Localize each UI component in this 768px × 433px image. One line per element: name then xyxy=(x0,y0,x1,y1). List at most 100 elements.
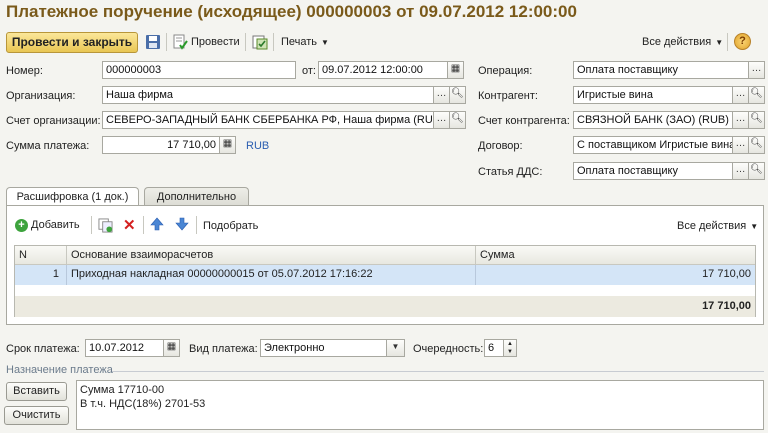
toolbar-divider xyxy=(273,33,274,51)
calculator-button[interactable]: ▦ xyxy=(220,136,236,154)
due-calendar-button[interactable]: ▦ xyxy=(164,339,180,357)
save-button[interactable] xyxy=(145,34,161,53)
purpose-line-2: В т.ч. НДС(18%) 2701-53 xyxy=(80,398,206,410)
org-account-open-button[interactable]: 🔍︎ xyxy=(450,111,466,129)
ellipsis-icon: … xyxy=(735,138,746,149)
contract-open-button[interactable]: 🔍︎ xyxy=(749,136,765,154)
priority-field[interactable]: 6 xyxy=(484,339,504,357)
chevron-down-icon: ▼ xyxy=(321,37,329,47)
purpose-textarea[interactable]: Сумма 17710-00 В т.ч. НДС(18%) 2701-53 xyxy=(76,380,764,430)
dds-select-button[interactable]: … xyxy=(733,162,749,180)
org-account-field[interactable]: СЕВЕРО-ЗАПАДНЫЙ БАНК СБЕРБАНКА РФ, Наша … xyxy=(102,111,434,129)
pay-type-dropdown-button[interactable]: ▼ xyxy=(387,339,405,357)
priority-label: Очередность: xyxy=(413,343,484,355)
ellipsis-icon: … xyxy=(436,113,447,124)
pay-type-select[interactable]: Электронно xyxy=(260,339,387,357)
insert-button[interactable]: Вставить xyxy=(6,382,67,401)
ellipsis-icon: … xyxy=(735,88,746,99)
row-basis: Приходная накладная 00000000015 от 05.07… xyxy=(66,265,373,285)
select-button[interactable]: Подобрать xyxy=(203,219,258,233)
org-open-button[interactable]: 🔍︎ xyxy=(450,86,466,104)
document-structure-icon xyxy=(252,35,268,50)
counterparty-select-button[interactable]: … xyxy=(733,86,749,104)
plus-icon: + xyxy=(15,218,28,232)
toolbar-divider xyxy=(196,216,197,234)
total-sum: 17 710,00 xyxy=(702,300,751,312)
post-button-label: Провести xyxy=(191,36,240,48)
calendar-button[interactable]: ▦ xyxy=(448,61,464,79)
counterparty-field[interactable]: Игристые вина xyxy=(573,86,733,104)
grid-all-actions-menu[interactable]: Все действия ▼ xyxy=(677,219,758,233)
toolbar-divider xyxy=(166,33,167,51)
ellipsis-icon: … xyxy=(735,113,746,124)
toolbar-divider xyxy=(727,33,728,51)
ellipsis-icon: … xyxy=(751,63,762,74)
stepper-down-icon[interactable]: ▼ xyxy=(504,348,516,356)
tab-breakdown[interactable]: Расшифровка (1 док.) xyxy=(6,187,139,206)
purpose-line-1: Сумма 17710-00 xyxy=(80,384,165,396)
copy-row-icon xyxy=(98,218,113,233)
operation-select-button[interactable]: … xyxy=(749,61,765,79)
due-label: Срок платежа: xyxy=(6,343,80,355)
due-field[interactable]: 10.07.2012 xyxy=(85,339,164,357)
help-icon[interactable]: ? xyxy=(734,33,751,50)
magnifier-icon: 🔍︎ xyxy=(750,113,763,124)
org-field[interactable]: Наша фирма xyxy=(102,86,434,104)
grid-all-actions-label: Все действия xyxy=(677,220,747,232)
move-down-button[interactable] xyxy=(175,217,189,234)
delete-icon: ✕ xyxy=(123,217,136,234)
toolbar-divider xyxy=(143,216,144,234)
toolbar-divider xyxy=(91,216,92,234)
column-basis[interactable]: Основание взаиморасчетов xyxy=(66,246,213,264)
purpose-group-divider xyxy=(112,371,764,372)
move-up-button[interactable] xyxy=(150,217,164,234)
counterparty-open-button[interactable]: 🔍︎ xyxy=(749,86,765,104)
ellipsis-icon: … xyxy=(735,164,746,175)
cp-account-field[interactable]: СВЯЗНОЙ БАНК (ЗАО) (RUB) xyxy=(573,111,733,129)
all-actions-menu[interactable]: Все действия ▼ xyxy=(642,35,723,49)
cp-account-open-button[interactable]: 🔍︎ xyxy=(749,111,765,129)
operation-field[interactable]: Оплата поставщику xyxy=(573,61,749,79)
post-document-icon xyxy=(173,34,188,50)
operation-label: Операция: xyxy=(478,65,533,77)
cp-account-select-button[interactable]: … xyxy=(733,111,749,129)
column-n[interactable]: N xyxy=(19,246,27,264)
contract-select-button[interactable]: … xyxy=(733,136,749,154)
dds-open-button[interactable]: 🔍︎ xyxy=(749,162,765,180)
calendar-icon: ▦ xyxy=(450,63,461,74)
post-and-close-button[interactable]: Провести и закрыть xyxy=(6,32,138,53)
row-number: 1 xyxy=(52,268,59,280)
add-row-button[interactable]: + Добавить xyxy=(15,218,80,232)
stepper-up-icon[interactable]: ▲ xyxy=(504,340,516,348)
structure-button[interactable] xyxy=(252,34,268,53)
amount-field[interactable]: 17 710,00 xyxy=(102,136,220,154)
magnifier-icon: 🔍︎ xyxy=(750,164,763,175)
ellipsis-icon: … xyxy=(436,88,447,99)
contract-field[interactable]: С поставщиком Игристые вина xyxy=(573,136,733,154)
priority-stepper[interactable]: ▲ ▼ xyxy=(504,339,517,357)
tab-additional[interactable]: Дополнительно xyxy=(144,187,249,206)
table-row[interactable]: 1 Приходная накладная 00000000015 от 05.… xyxy=(15,265,755,285)
dds-field[interactable]: Оплата поставщику xyxy=(573,162,733,180)
number-label: Номер: xyxy=(6,65,43,77)
number-field[interactable]: 000000003 xyxy=(102,61,296,79)
date-field[interactable]: 09.07.2012 12:00:00 xyxy=(318,61,448,79)
delete-row-button[interactable]: ✕ xyxy=(123,216,136,234)
arrow-down-icon xyxy=(175,217,189,231)
org-label: Организация: xyxy=(6,90,76,102)
grid-header: N Основание взаиморасчетов Сумма xyxy=(15,246,755,265)
currency-link[interactable]: RUB xyxy=(246,140,269,152)
print-menu[interactable]: Печать ▼ xyxy=(281,35,329,49)
floppy-disk-icon xyxy=(146,35,160,49)
copy-row-button[interactable] xyxy=(98,218,113,236)
page-title: Платежное поручение (исходящее) 00000000… xyxy=(6,2,577,21)
post-button[interactable]: Провести xyxy=(172,34,240,50)
org-select-button[interactable]: … xyxy=(434,86,450,104)
clear-button[interactable]: Очистить xyxy=(4,406,69,425)
org-account-select-button[interactable]: … xyxy=(434,111,450,129)
calculator-icon: ▦ xyxy=(222,138,233,149)
column-sum[interactable]: Сумма xyxy=(475,246,515,264)
magnifier-icon: 🔍︎ xyxy=(750,138,763,149)
all-actions-label: Все действия xyxy=(642,36,712,48)
toolbar-divider xyxy=(245,33,246,51)
